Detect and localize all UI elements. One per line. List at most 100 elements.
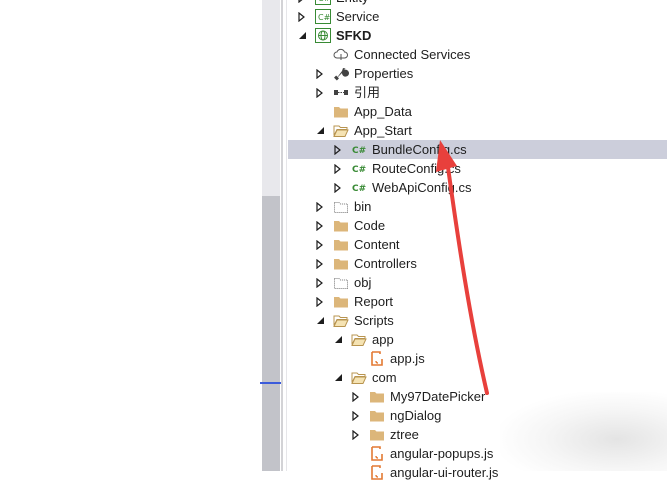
tree-item-label: obj <box>354 275 372 290</box>
expand-arrow-icon[interactable] <box>332 143 344 156</box>
tree-item[interactable]: C# Entity <box>288 0 667 7</box>
folder-icon <box>333 237 349 252</box>
tree-item[interactable]: App_Start <box>288 121 667 140</box>
tree-item-label: BundleConfig.cs <box>372 142 467 157</box>
scroll-position-marker <box>260 382 282 384</box>
expand-arrow-icon[interactable] <box>296 10 308 23</box>
tree-item[interactable]: app <box>288 330 667 349</box>
expand-arrow-icon[interactable] <box>314 86 326 99</box>
pane-splitter[interactable] <box>281 0 283 471</box>
tree-item[interactable]: com <box>288 368 667 387</box>
expand-arrow-icon[interactable] <box>314 257 326 270</box>
tree-item[interactable]: Controllers <box>288 254 667 273</box>
tree-item[interactable]: bin <box>288 197 667 216</box>
expand-arrow-icon[interactable] <box>350 428 362 441</box>
tree-item-label: RouteConfig.cs <box>372 161 461 176</box>
wrench-icon <box>333 66 349 81</box>
tree-item-label: Scripts <box>354 313 394 328</box>
tree-item-label: 引用 <box>354 85 381 100</box>
tree-item-label: app <box>372 332 394 347</box>
tree-item-label: angular-popups.js <box>390 446 494 461</box>
tree-item-label: bin <box>354 199 372 214</box>
collapse-arrow-icon[interactable] <box>314 124 326 137</box>
svg-text:C#: C# <box>352 184 366 194</box>
expand-arrow-icon[interactable] <box>314 295 326 308</box>
tree-item[interactable]: Code <box>288 216 667 235</box>
tree-item-label: Report <box>354 294 394 309</box>
tree-item-label: angular-ui-router.js <box>390 465 499 480</box>
tree-item[interactable]: app.js <box>288 349 667 368</box>
js-file-icon <box>369 446 385 461</box>
expand-arrow-icon[interactable] <box>314 276 326 289</box>
folder-icon <box>369 408 385 423</box>
csharp-file-icon: C# <box>351 161 367 176</box>
tree-item[interactable]: Connected Services <box>288 45 667 64</box>
editor-scrollbar-thumb[interactable] <box>262 196 280 471</box>
tree-item-label: Connected Services <box>354 47 471 62</box>
folder-icon <box>333 218 349 233</box>
tree-item-label: app.js <box>390 351 425 366</box>
tree-item[interactable]: SFKD <box>288 26 667 45</box>
expand-arrow-icon[interactable] <box>350 390 362 403</box>
folder-open-icon <box>351 332 367 347</box>
tree-item-label: App_Data <box>354 104 412 119</box>
svg-text:C#: C# <box>352 165 366 175</box>
csharp-project-icon: C# <box>315 0 331 5</box>
blurred-watermark-area <box>500 392 667 471</box>
cloud-icon <box>333 47 349 62</box>
tree-item[interactable]: Report <box>288 292 667 311</box>
folder-dotted-icon <box>333 275 349 290</box>
tree-item-label: WebApiConfig.cs <box>372 180 472 195</box>
csharp-project-icon: C# <box>315 9 331 24</box>
tree-item[interactable]: obj <box>288 273 667 292</box>
folder-open-icon <box>333 313 349 328</box>
expand-arrow-icon[interactable] <box>314 200 326 213</box>
tree-item-label: App_Start <box>354 123 412 138</box>
folder-open-icon <box>333 123 349 138</box>
folder-icon <box>333 294 349 309</box>
tree-item[interactable]: C# Service <box>288 7 667 26</box>
tree-item[interactable]: C# WebApiConfig.cs <box>288 178 667 197</box>
tree-item[interactable]: C# BundleConfig.cs <box>288 140 667 159</box>
tree-item-label: My97DatePicker <box>390 389 486 404</box>
folder-icon <box>369 389 385 404</box>
js-file-icon <box>369 351 385 366</box>
folder-icon <box>333 256 349 271</box>
tree-item-label: SFKD <box>336 28 372 43</box>
tree-item-label: Controllers <box>354 256 417 271</box>
folder-icon <box>333 104 349 119</box>
svg-text:C#: C# <box>352 146 366 156</box>
csharp-file-icon: C# <box>351 142 367 157</box>
tree-item[interactable]: Properties <box>288 64 667 83</box>
editor-area <box>0 0 262 471</box>
csharp-file-icon: C# <box>351 180 367 195</box>
pane-border <box>286 0 287 471</box>
folder-open-icon <box>351 370 367 385</box>
collapse-arrow-icon[interactable] <box>332 333 344 346</box>
tree-item[interactable]: C# RouteConfig.cs <box>288 159 667 178</box>
expand-arrow-icon[interactable] <box>350 409 362 422</box>
tree-item-label: Entity <box>336 0 369 5</box>
tree-item-label: ngDialog <box>390 408 442 423</box>
svg-text:C#: C# <box>318 13 331 22</box>
collapse-arrow-icon[interactable] <box>314 314 326 327</box>
collapse-arrow-icon[interactable] <box>296 29 308 42</box>
tree-item-label: Properties <box>354 66 414 81</box>
expand-arrow-icon[interactable] <box>332 162 344 175</box>
tree-item-label: Code <box>354 218 386 233</box>
tree-item-label: Content <box>354 237 400 252</box>
expand-arrow-icon[interactable] <box>296 0 308 4</box>
tree-item[interactable]: 引用 <box>288 83 667 102</box>
expand-arrow-icon[interactable] <box>314 67 326 80</box>
tree-item[interactable]: App_Data <box>288 102 667 121</box>
references-icon <box>333 85 349 100</box>
collapse-arrow-icon[interactable] <box>332 371 344 384</box>
tree-item[interactable]: Content <box>288 235 667 254</box>
js-file-icon <box>369 465 385 480</box>
web-project-icon <box>315 28 331 43</box>
expand-arrow-icon[interactable] <box>332 181 344 194</box>
expand-arrow-icon[interactable] <box>314 238 326 251</box>
expand-arrow-icon[interactable] <box>314 219 326 232</box>
folder-dotted-icon <box>333 199 349 214</box>
tree-item[interactable]: Scripts <box>288 311 667 330</box>
